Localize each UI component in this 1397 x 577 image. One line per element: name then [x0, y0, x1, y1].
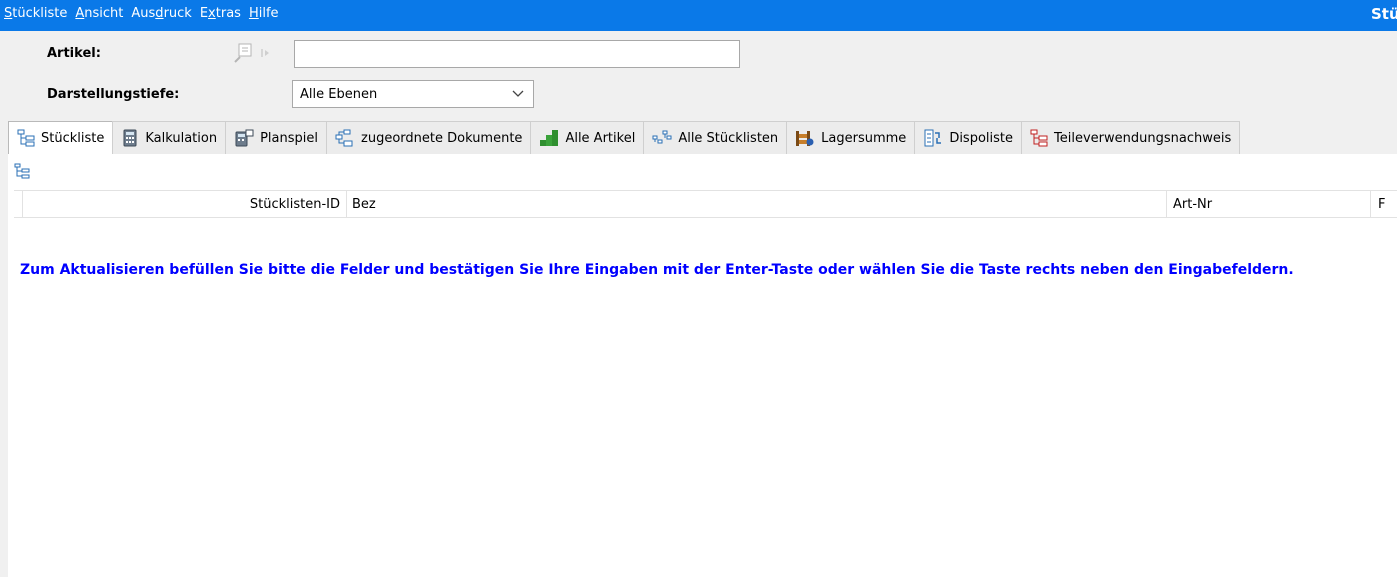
article-input[interactable]: [294, 40, 740, 68]
menu-mnemonic: x: [208, 6, 216, 21]
tab-label: Teileverwendungsnachweis: [1054, 130, 1232, 146]
tab-alle-stuecklisten[interactable]: Alle Stücklisten: [643, 121, 788, 154]
column-separator: [346, 191, 347, 217]
calculator-play-icon: [235, 129, 254, 147]
column-header-bez[interactable]: Bez: [352, 197, 376, 212]
tab-label: Stückliste: [41, 130, 105, 146]
table-header: Stücklisten-ID Bez Art-Nr F: [14, 190, 1397, 218]
tab-zugeordnete-dokumente[interactable]: zugeordnete Dokumente: [326, 121, 532, 154]
article-tools: [232, 42, 272, 64]
menu-mnemonic: H: [248, 6, 259, 21]
documents-tree-icon: [335, 129, 353, 147]
tab-label: zugeordnete Dokumente: [361, 130, 523, 146]
parts-usage-icon: [1030, 129, 1048, 147]
depth-label: Darstellungstiefe:: [47, 87, 180, 102]
content-panel: Stücklisten-ID Bez Art-Nr F Zum Aktualis…: [8, 154, 1397, 577]
tab-lagersumme[interactable]: Lagersumme: [786, 121, 916, 154]
menu-label: E: [199, 6, 209, 21]
warehouse-icon: [796, 131, 814, 146]
info-message: Zum Aktualisieren befüllen Sie bitte die…: [20, 262, 1294, 278]
menu-mnemonic: d: [155, 6, 164, 21]
green-stairs-icon: [540, 130, 559, 146]
menu-mnemonic: A: [75, 6, 85, 21]
column-header-stuecklisten-id[interactable]: Stücklisten-ID: [22, 197, 340, 212]
column-separator: [1370, 191, 1371, 217]
tab-dispoliste[interactable]: Dispoliste: [914, 121, 1023, 154]
menu-label: Aus: [131, 6, 156, 21]
tab-label: Alle Stücklisten: [678, 130, 779, 146]
article-label: Artikel:: [47, 46, 101, 61]
expand-tree-icon[interactable]: [14, 163, 30, 181]
tab-label: Lagersumme: [821, 130, 907, 146]
menu-label: tras: [215, 6, 241, 21]
column-header-f[interactable]: F: [1378, 197, 1385, 212]
tab-label: Kalkulation: [145, 130, 218, 146]
column-header-art-nr[interactable]: Art-Nr: [1173, 197, 1212, 212]
tab-label: Dispoliste: [949, 130, 1014, 146]
tab-alle-artikel[interactable]: Alle Artikel: [530, 121, 645, 154]
tab-stueckliste[interactable]: Stückliste: [8, 121, 114, 154]
depth-select-value: Alle Ebenen: [300, 87, 378, 102]
calculator-icon: [123, 129, 137, 147]
menu-ansicht[interactable]: Ansicht: [75, 6, 123, 21]
tab-teileverwendungsnachweis[interactable]: Teileverwendungsnachweis: [1021, 121, 1241, 154]
menu-label: nsicht: [84, 6, 124, 21]
menu: Stückliste Ansicht Ausdruck Extras Hilfe: [4, 6, 287, 21]
menu-bar: Stückliste Ansicht Ausdruck Extras Hilfe…: [0, 0, 1397, 31]
menu-extras[interactable]: Extras: [200, 6, 241, 21]
menu-hilfe[interactable]: Hilfe: [249, 6, 279, 21]
menu-label: ruck: [163, 6, 192, 21]
menu-label: ilfe: [258, 6, 279, 21]
menu-label: tückliste: [12, 6, 68, 21]
menu-ausdruck[interactable]: Ausdruck: [131, 6, 191, 21]
tab-planspiel[interactable]: Planspiel: [225, 121, 327, 154]
tab-kalkulation[interactable]: Kalkulation: [112, 121, 227, 154]
window-title: Stückliste: [1371, 5, 1397, 23]
tree-icon: [17, 129, 35, 147]
multi-tree-icon: [652, 130, 672, 144]
column-separator: [1166, 191, 1167, 217]
chevron-down-icon: [512, 90, 524, 97]
refresh-arrow-icon[interactable]: [260, 47, 272, 59]
tab-label: Planspiel: [260, 130, 318, 146]
tab-label: Alle Artikel: [565, 130, 636, 146]
menu-stueckliste[interactable]: Stückliste: [4, 6, 67, 21]
dispo-list-icon: [924, 129, 942, 147]
depth-select[interactable]: Alle Ebenen: [292, 80, 534, 108]
tab-bar: Stückliste Kalkulation Planspiel zugeord…: [8, 121, 1241, 154]
article-lookup-icon[interactable]: [232, 42, 254, 64]
